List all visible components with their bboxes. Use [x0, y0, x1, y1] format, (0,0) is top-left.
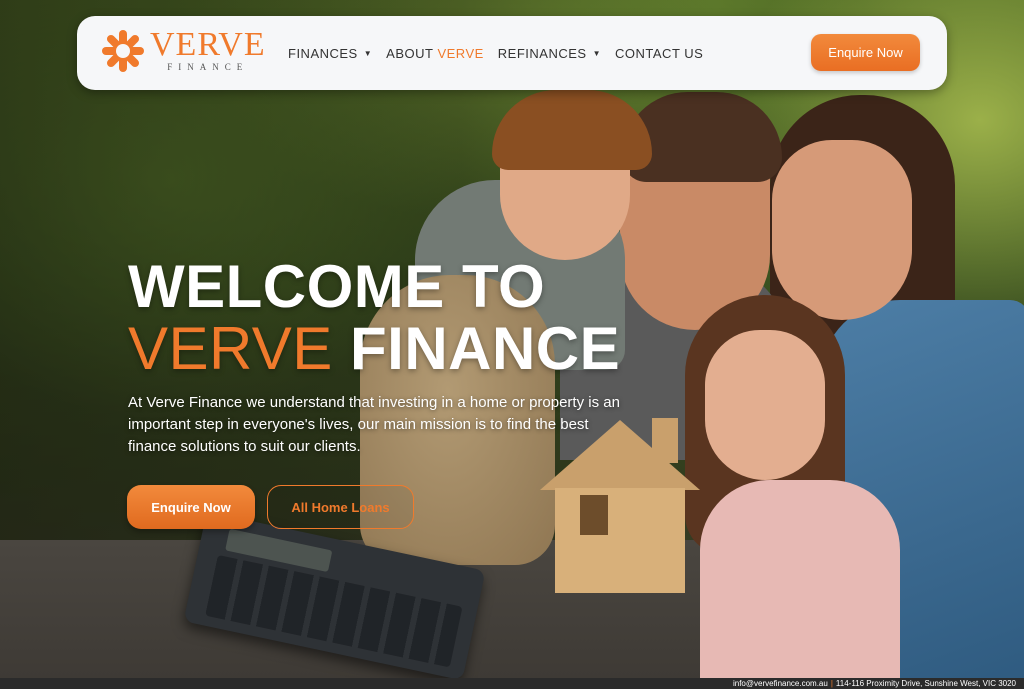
nav-item-about[interactable]: ABOUT VERVE: [386, 46, 484, 61]
nav-item-label: CONTACT US: [615, 45, 704, 61]
nav-item-finances[interactable]: FINANCES ▼: [288, 46, 372, 61]
footer-contact-bar: info@vervefinance.com.au | 114-116 Proxi…: [0, 678, 1024, 689]
girl-shirt: [700, 480, 900, 678]
wooden-house: [555, 488, 685, 593]
caret-down-icon: ▼: [592, 48, 602, 58]
nav-item-accent: VERVE: [437, 45, 484, 61]
footer-address: 114-116 Proximity Drive, Sunshine West, …: [835, 679, 1016, 688]
nav-item-label: FINANCES: [288, 45, 358, 61]
hero-description: At Verve Finance we understand that inve…: [128, 394, 620, 455]
main-nav: FINANCES ▼ ABOUT VERVE REFINANCES ▼ CONT…: [288, 16, 717, 90]
logo-subtitle: FINANCE: [167, 62, 249, 72]
brand-logo[interactable]: VERVE FINANCE: [102, 26, 266, 73]
hero-title: WELCOME TO VERVE FINANCE: [128, 256, 620, 380]
nav-item-refinances[interactable]: REFINANCES ▼: [498, 46, 601, 61]
girl-face: [705, 330, 825, 480]
starburst-icon: [102, 30, 144, 72]
footer-separator: |: [830, 679, 833, 688]
hero-title-rest: FINANCE: [332, 315, 621, 382]
all-home-loans-button[interactable]: All Home Loans: [267, 485, 414, 529]
logo-word: VERVE: [150, 26, 266, 63]
hero-title-line1: WELCOME TO: [128, 253, 546, 320]
nav-item-contact[interactable]: CONTACT US: [615, 46, 703, 61]
footer-email[interactable]: info@vervefinance.com.au: [733, 679, 828, 688]
nav-item-label: REFINANCES: [497, 45, 587, 61]
hero-title-line2: VERVE FINANCE: [128, 318, 620, 380]
house-window: [577, 492, 611, 538]
hero-title-brand: VERVE: [128, 315, 333, 382]
enquire-now-button[interactable]: Enquire Now: [127, 485, 255, 529]
caret-down-icon: ▼: [363, 48, 373, 58]
mother-face: [772, 140, 912, 320]
logo-text: VERVE FINANCE: [150, 26, 266, 73]
navbar: VERVE FINANCE FINANCES ▼ ABOUT VERVE REF…: [77, 16, 947, 90]
nav-item-label: ABOUT: [386, 45, 434, 61]
nav-enquire-button[interactable]: Enquire Now: [811, 34, 920, 71]
